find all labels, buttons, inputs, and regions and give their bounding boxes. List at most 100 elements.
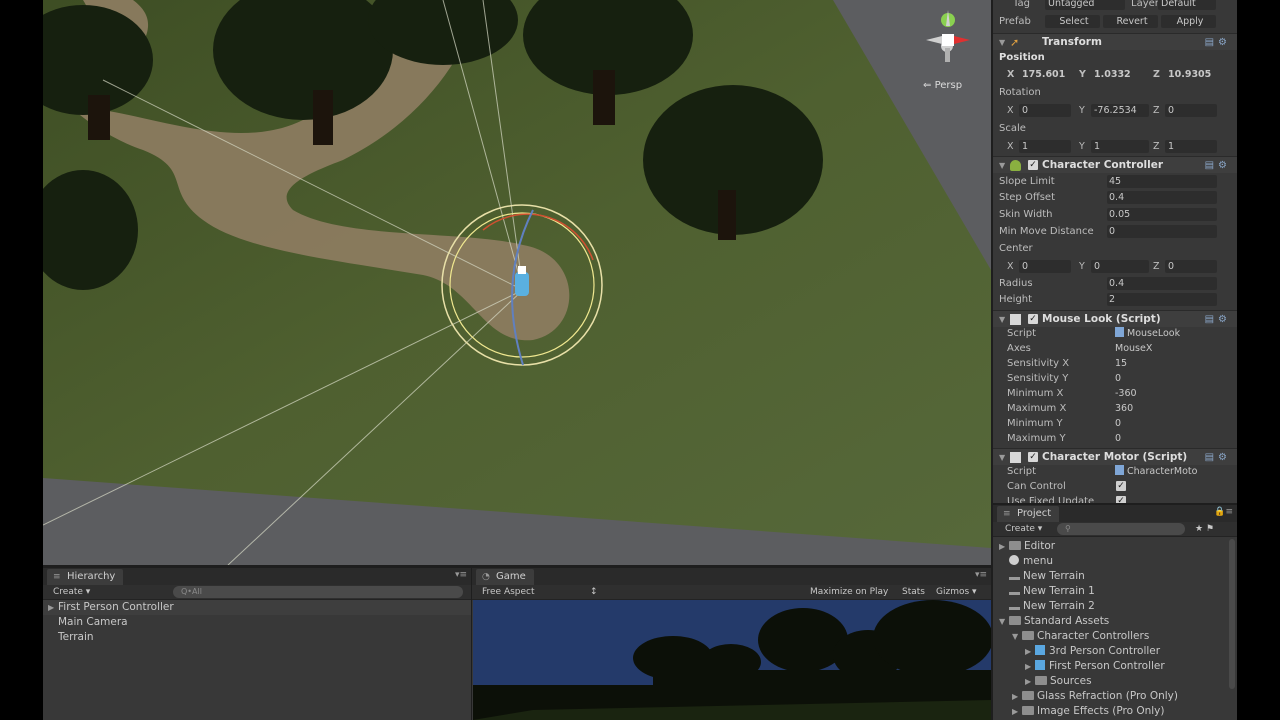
maximum-y-field[interactable]: 0 — [1115, 431, 1121, 446]
hierarchy-item-first-person-controller[interactable]: ▶ First Person Controller — [43, 600, 471, 615]
expand-arrow-icon[interactable]: ▶ — [1012, 689, 1022, 704]
scene-view[interactable]: ⇐ Persp — [43, 0, 991, 565]
expand-arrow-icon[interactable]: ▶ — [1025, 674, 1035, 689]
rotation-z-field[interactable]: 0 — [1165, 104, 1217, 117]
project-item-label: New Terrain — [1023, 570, 1085, 582]
panel-menu-icon[interactable]: ▾≡ — [975, 570, 987, 580]
project-item-standard-assets[interactable]: ▼ Standard Assets — [999, 614, 1109, 629]
fold-arrow-icon[interactable]: ▼ — [999, 157, 1005, 174]
fold-arrow-icon[interactable]: ▼ — [999, 34, 1005, 51]
project-item-editor[interactable]: ▶ Editor — [999, 539, 1055, 554]
project-item-label: Character Controllers — [1037, 630, 1150, 642]
project-item-sources[interactable]: ▶ Sources — [1025, 674, 1092, 689]
slope-limit-field[interactable]: 45 — [1107, 175, 1217, 188]
tab-game[interactable]: ◔ Game — [476, 569, 534, 585]
hierarchy-tabbar: ≡ Hierarchy ▾≡ — [43, 568, 471, 585]
sensitivity-y-field[interactable]: 0 — [1115, 371, 1121, 386]
aspect-dropdown[interactable]: Free Aspect ↕ — [482, 586, 598, 599]
character-motor-header[interactable]: ▼ ✓ Character Motor (Script) ▤⚙ — [993, 448, 1237, 465]
mouselook-script-field[interactable]: MouseLook — [1115, 326, 1180, 341]
expand-arrow-icon[interactable]: ▶ — [1025, 644, 1035, 659]
center-y-field[interactable]: 0 — [1091, 260, 1149, 273]
character-controller-header[interactable]: ▼ ✓ Character Controller ▤⚙ — [993, 156, 1237, 173]
project-item-menu[interactable]: menu — [999, 554, 1053, 569]
help-gear-icons[interactable]: ▤⚙ — [1205, 34, 1231, 51]
project-item-3rd-person-controller[interactable]: ▶ 3rd Person Controller — [1025, 644, 1160, 659]
position-z-field[interactable]: 10.9305 — [1165, 68, 1217, 81]
radius-field[interactable]: 0.4 — [1107, 277, 1217, 290]
scale-x-field[interactable]: 1 — [1019, 140, 1071, 153]
list-icon: ≡ — [53, 572, 61, 582]
min-move-distance-field[interactable]: 0 — [1107, 225, 1217, 238]
expand-arrow-icon[interactable]: ▶ — [999, 539, 1009, 554]
stats-toggle[interactable]: Stats — [902, 586, 925, 599]
skin-width-field[interactable]: 0.05 — [1107, 208, 1217, 221]
panel-menu-icon[interactable]: ▾≡ — [455, 570, 467, 580]
step-offset-field[interactable]: 0.4 — [1107, 191, 1217, 204]
height-field[interactable]: 2 — [1107, 293, 1217, 306]
search-input[interactable]: ⚲ — [1057, 523, 1185, 535]
minimum-y-field[interactable]: 0 — [1115, 416, 1121, 431]
layer-dropdown[interactable]: Default — [1158, 0, 1216, 10]
component-enabled-checkbox[interactable]: ✓ — [1028, 314, 1038, 324]
prefab-cube-icon — [1035, 660, 1045, 670]
maximum-x-field[interactable]: 360 — [1115, 401, 1133, 416]
project-item-new-terrain[interactable]: New Terrain — [999, 569, 1085, 584]
position-x-field[interactable]: 175.601 — [1019, 68, 1071, 81]
search-input[interactable]: Q•All — [173, 586, 463, 598]
sensitivity-x-field[interactable]: 15 — [1115, 356, 1127, 371]
expand-arrow-icon[interactable]: ▶ — [1025, 659, 1035, 674]
project-item-label: Editor — [1024, 540, 1056, 552]
scale-z-field[interactable]: 1 — [1165, 140, 1217, 153]
expand-arrow-icon[interactable]: ▶ — [48, 600, 54, 615]
mouse-look-header[interactable]: ▼ ✓ Mouse Look (Script) ▤⚙ — [993, 310, 1237, 327]
project-item-image-effects-pro-only[interactable]: ▶ Image Effects (Pro Only) — [1012, 704, 1165, 719]
center-x-field[interactable]: 0 — [1019, 260, 1071, 273]
prefab-select-button[interactable]: Select — [1045, 15, 1100, 28]
expand-arrow-icon[interactable]: ▼ — [1012, 629, 1022, 644]
lock-menu-icons[interactable]: 🔒≡ — [1214, 507, 1233, 517]
project-item-glass-refraction-pro-only[interactable]: ▶ Glass Refraction (Pro Only) — [1012, 689, 1178, 704]
can-control-checkbox[interactable]: ✓ — [1116, 481, 1126, 491]
component-enabled-checkbox[interactable]: ✓ — [1028, 452, 1038, 462]
rotation-y-field[interactable]: -76.2534 — [1091, 104, 1149, 117]
project-item-first-person-controller[interactable]: ▶ First Person Controller — [1025, 659, 1165, 674]
scale-y-field[interactable]: 1 — [1091, 140, 1149, 153]
project-scrollbar[interactable] — [1229, 539, 1235, 689]
prefab-apply-button[interactable]: Apply — [1161, 15, 1216, 28]
gizmos-dropdown[interactable]: Gizmos ▾ — [936, 586, 977, 599]
hierarchy-item-terrain[interactable]: Terrain — [43, 630, 471, 645]
create-button[interactable]: Create ▾ — [53, 586, 90, 599]
scene-orientation-gizmo[interactable] — [918, 6, 978, 68]
rotation-x-field[interactable]: 0 — [1019, 104, 1071, 117]
tag-dropdown[interactable]: Untagged — [1045, 0, 1125, 10]
fixed-update-checkbox[interactable]: ✓ — [1116, 496, 1126, 503]
center-z-field[interactable]: 0 — [1165, 260, 1217, 273]
position-y-field[interactable]: 1.0332 — [1091, 68, 1153, 81]
expand-arrow-icon[interactable]: ▼ — [999, 614, 1009, 629]
min-move-distance-row: Min Move Distance 0 — [993, 224, 1237, 239]
expand-arrow-icon[interactable]: ▶ — [1012, 704, 1022, 719]
tab-project[interactable]: ≡ Project — [997, 506, 1060, 522]
minimum-x-field[interactable]: -360 — [1115, 386, 1137, 401]
charactermotor-script-field[interactable]: CharacterMoto — [1115, 464, 1197, 479]
skin-width-row: Skin Width 0.05 — [993, 207, 1237, 222]
maximize-on-play-toggle[interactable]: Maximize on Play — [810, 586, 888, 599]
list-icon: ≡ — [1003, 509, 1011, 519]
help-gear-icons[interactable]: ▤⚙ — [1205, 157, 1231, 174]
component-enabled-checkbox[interactable]: ✓ — [1028, 160, 1038, 170]
tab-hierarchy[interactable]: ≡ Hierarchy — [47, 569, 124, 585]
project-item-new-terrain-2[interactable]: New Terrain 2 — [999, 599, 1095, 614]
transform-header[interactable]: ▼ ➚ Transform ▤⚙ — [993, 33, 1237, 50]
projection-label[interactable]: ⇐ Persp — [923, 80, 962, 91]
inspector-panel: Tag Untagged Layer Default Prefab Select… — [993, 0, 1237, 503]
filter-icons[interactable]: ★ ⚑ — [1195, 523, 1214, 536]
project-item-new-terrain-1[interactable]: New Terrain 1 — [999, 584, 1095, 599]
character-controller-icon — [1010, 160, 1021, 171]
hierarchy-item-main-camera[interactable]: Main Camera — [43, 615, 471, 630]
game-render-view[interactable] — [473, 600, 991, 720]
project-item-character-controllers[interactable]: ▼ Character Controllers — [1012, 629, 1149, 644]
create-button[interactable]: Create ▾ — [1005, 523, 1042, 536]
prefab-revert-button[interactable]: Revert — [1103, 15, 1158, 28]
axes-dropdown[interactable]: MouseX — [1115, 341, 1152, 356]
